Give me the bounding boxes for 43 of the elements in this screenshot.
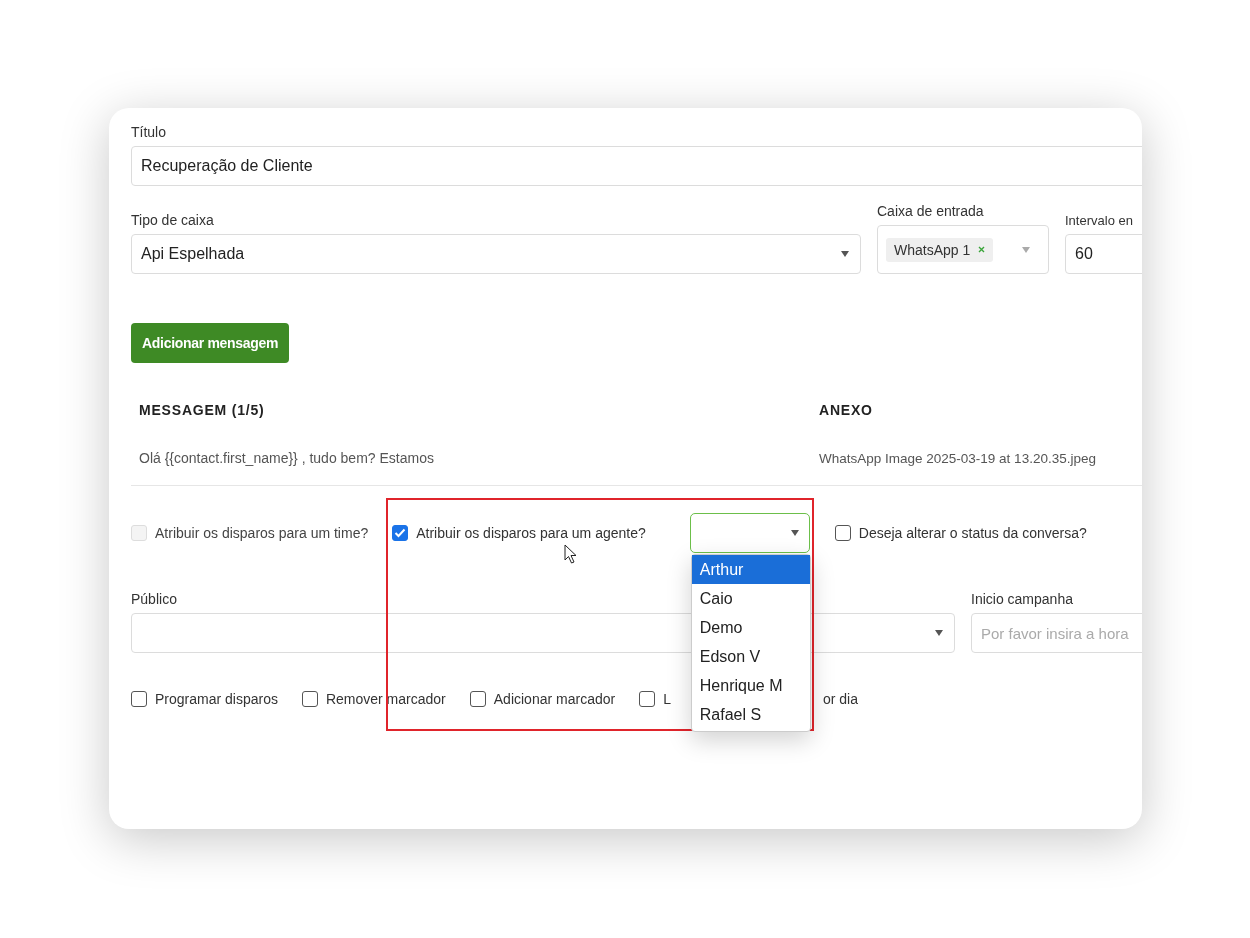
agent-option[interactable]: Edson V (691, 642, 810, 671)
tag-label: WhatsApp 1 (894, 241, 971, 258)
checkbox-label: Atribuir os disparos para um agente? (416, 525, 646, 541)
agent-option[interactable]: Henrique M (691, 671, 810, 700)
dropdown-arrow-icon (790, 530, 799, 536)
table-cell-text: Olá {{contact.first_name}} , tudo bem? Estamos (138, 450, 435, 466)
cursor-icon (564, 544, 577, 564)
checkbox[interactable] (469, 691, 486, 707)
checkbox-label: Adicionar marcador (493, 691, 616, 707)
checkbox[interactable] (834, 525, 851, 541)
remove-icon[interactable] (978, 246, 986, 253)
field-label: Título (131, 124, 166, 140)
box-type-select[interactable]: Api Espelhada (131, 234, 861, 274)
field-label: Público (131, 591, 177, 607)
checkbox[interactable] (392, 525, 409, 541)
field-label: Caixa de entrada (877, 203, 984, 219)
interval-input[interactable]: 60 (1065, 234, 1142, 274)
column-header: ANEXO (819, 402, 873, 418)
checkbox[interactable] (301, 691, 318, 707)
field-label: Inicio campanha (971, 591, 1073, 607)
checkbox[interactable] (131, 691, 147, 707)
dropdown-arrow-icon (935, 630, 943, 636)
agent-option[interactable]: Rafael S (691, 700, 810, 729)
checkbox[interactable] (639, 691, 656, 707)
add-message-button[interactable]: Adicionar mensagem (131, 323, 290, 363)
agent-option[interactable]: Demo (691, 613, 810, 642)
checkbox-label: or dia (822, 691, 858, 707)
inbox-select[interactable]: WhatsApp 1 (877, 225, 1049, 274)
title-input[interactable]: Recuperação de Cliente (131, 146, 1142, 186)
agent-option[interactable]: Arthur (691, 555, 810, 584)
dropdown-arrow-icon (1022, 246, 1030, 253)
checkbox-label: Remover marcador (325, 691, 446, 707)
dropdown-arrow-icon (841, 251, 849, 257)
field-label: Tipo de caixa (131, 212, 214, 228)
checkbox-label: Programar disparos (155, 691, 278, 707)
agent-option[interactable]: Caio (691, 584, 810, 613)
checkbox-label: L (663, 691, 671, 707)
field-label: Intervalo en (1065, 213, 1133, 228)
time-input[interactable]: Por favor insira a hora (971, 613, 1142, 653)
checkbox-label: Deseja alterar o status da conversa? (858, 525, 1087, 541)
table-cell: WhatsApp Image 2025-03-19 at 13.20.35.jpeg (819, 450, 1096, 466)
checkbox-label: Atribuir os disparos para um time? (155, 525, 369, 541)
column-header: MESSAGEM (1/5) (138, 402, 266, 418)
